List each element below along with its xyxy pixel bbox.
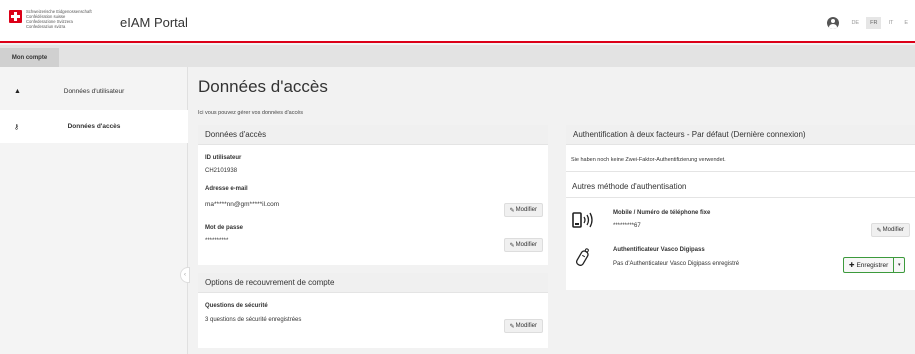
- account-avatar-icon[interactable]: [827, 17, 840, 29]
- password-label: Mot de passe: [205, 225, 244, 231]
- sidebar-collapse-toggle[interactable]: ‹: [180, 267, 190, 283]
- button-label: Modifier: [515, 242, 537, 248]
- modify-email-button[interactable]: ✎ Modifier: [503, 203, 543, 217]
- recovery-options-card: Options de recouvrement de compte Questi…: [198, 273, 548, 348]
- confederation-text: Schweizerische Eidgenossenschaft Confédé…: [26, 9, 106, 29]
- card-title: Authentification à deux facteurs - Par d…: [566, 125, 915, 145]
- button-label: Modifier: [882, 227, 904, 233]
- chevron-down-icon: ▾: [897, 262, 901, 268]
- button-label: Modifier: [515, 323, 537, 329]
- security-questions-label: Questions de sécurité: [205, 303, 268, 309]
- mobile-label: Mobile / Numéro de téléphone fixe: [613, 210, 711, 216]
- tab-my-account[interactable]: Mon compte: [0, 48, 59, 67]
- sidebar-item-label: Données d'accès: [67, 123, 121, 130]
- pencil-icon: ✎: [876, 227, 882, 234]
- portal-title: eIAM Portal: [120, 15, 188, 30]
- user-id-label: ID utilisateur: [205, 155, 242, 161]
- header-controls: DE FR IT E: [827, 15, 915, 31]
- vasco-value: Pas d'Authenticateur Vasco Digipass enre…: [613, 261, 740, 267]
- language-de[interactable]: DE: [847, 17, 863, 29]
- phone-icon: [572, 212, 593, 228]
- divider: [566, 197, 915, 198]
- access-data-card: Données d'accès ID utilisateur CH2101938…: [198, 125, 548, 265]
- sidebar-item-user-data[interactable]: ▲ Données d'utilisateur: [0, 75, 188, 108]
- plus-icon: ✚: [849, 262, 855, 269]
- sidebar-item-label: Données d'utilisateur: [63, 88, 125, 95]
- confederation-logo[interactable]: Schweizerische Eidgenossenschaft Confédé…: [9, 9, 106, 29]
- page-title: Données d'accès: [198, 77, 328, 96]
- swiss-flag-icon: [9, 10, 22, 23]
- card-title: Données d'accès: [198, 125, 548, 145]
- mobile-value: *********67: [613, 223, 641, 229]
- pencil-icon: ✎: [509, 207, 515, 214]
- modify-mobile-button[interactable]: ✎ Modifier: [870, 223, 910, 237]
- user-id-value: CH2101938: [205, 168, 238, 174]
- token-icon: [575, 248, 589, 266]
- security-questions-value: 3 questions de sécurité enregistrées: [205, 317, 302, 323]
- pencil-icon: ✎: [509, 323, 515, 330]
- two-factor-note: Sie haben noch keine Zwei-Faktor-Authent…: [571, 157, 726, 163]
- register-button-group: ✚ Enregistrer ▾: [843, 257, 906, 273]
- vasco-label: Authentificateur Vasco Digipass: [613, 247, 705, 253]
- button-label: Modifier: [515, 207, 537, 213]
- sidebar: ▲ Données d'utilisateur ⚷ Données d'accè…: [0, 67, 188, 354]
- register-dropdown-toggle[interactable]: ▾: [894, 262, 904, 268]
- register-button[interactable]: ✚ Enregistrer: [844, 258, 895, 272]
- email-value: ma*****nn@gm*****il.com: [205, 201, 280, 208]
- divider: [566, 171, 915, 172]
- modify-password-button[interactable]: ✎ Modifier: [503, 238, 543, 252]
- tab-bar: Mon compte: [0, 45, 915, 67]
- modify-security-questions-button[interactable]: ✎ Modifier: [503, 319, 543, 333]
- two-factor-card: Authentification à deux facteurs - Par d…: [566, 125, 915, 290]
- other-methods-title: Autres méthode d'authentisation: [572, 182, 687, 191]
- language-en[interactable]: E: [900, 17, 912, 29]
- confederation-line: Confederaziun svizra: [26, 24, 66, 30]
- language-fr[interactable]: FR: [866, 17, 882, 29]
- sidebar-item-access-data[interactable]: ⚷ Données d'accès: [0, 110, 188, 143]
- card-title: Options de recouvrement de compte: [198, 273, 548, 293]
- pencil-icon: ✎: [509, 242, 515, 249]
- page-subtitle: Ici vous pouvez gérer vos données d'accè…: [198, 110, 303, 116]
- email-label: Adresse e-mail: [205, 186, 248, 192]
- button-label: Enregistrer: [856, 261, 889, 269]
- password-value: **********: [205, 238, 229, 244]
- language-it[interactable]: IT: [884, 17, 897, 29]
- top-header: Schweizerische Eidgenossenschaft Confédé…: [0, 0, 915, 43]
